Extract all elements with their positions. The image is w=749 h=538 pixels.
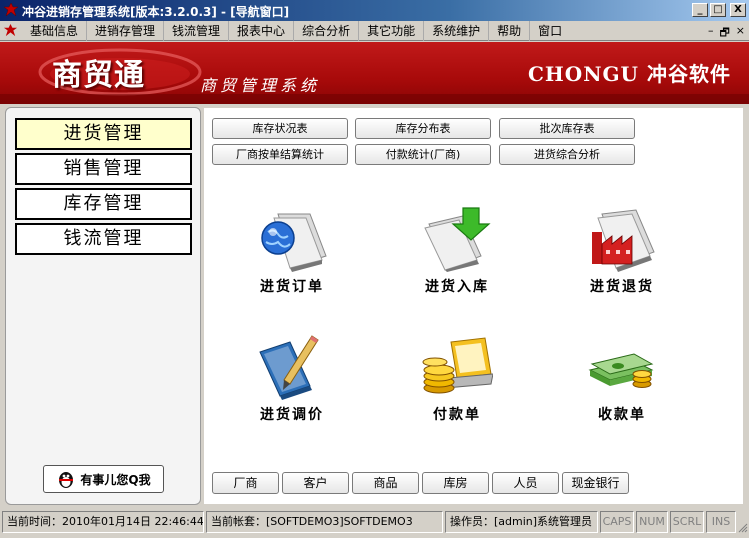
menu-reports[interactable]: 报表中心 xyxy=(228,21,293,41)
globe-document-icon xyxy=(261,213,327,272)
receipt-voucher-label: 收款单 xyxy=(598,407,646,423)
qq-penguin-icon xyxy=(59,472,74,488)
mdi-minimize-button[interactable]: – xyxy=(708,24,714,43)
banner: 商贸通 商贸管理系统 CHONGU 冲谷软件 xyxy=(0,42,749,104)
price-adjustment-tile[interactable]: 进货调价 xyxy=(237,334,347,424)
purchase-order-label: 进货订单 xyxy=(260,279,324,295)
brand-english: CHONGU xyxy=(527,62,639,86)
stock-status-report-button[interactable]: 库存状况表 xyxy=(212,118,348,139)
purchase-return-label: 进货退货 xyxy=(590,279,654,295)
money-stack-icon xyxy=(588,353,654,388)
staff-button[interactable]: 人员 xyxy=(492,472,559,494)
num-lock-indicator: NUM xyxy=(636,511,668,533)
coins-laptop-icon xyxy=(422,337,493,394)
mdi-child-icon[interactable] xyxy=(3,23,18,38)
warehouse-button[interactable]: 库房 xyxy=(422,472,489,494)
batch-stock-report-button[interactable]: 批次库存表 xyxy=(499,118,635,139)
mdi-close-button[interactable]: × xyxy=(736,24,745,43)
menu-window[interactable]: 窗口 xyxy=(529,21,570,41)
menu-other-functions[interactable]: 其它功能 xyxy=(358,21,423,41)
menu-help[interactable]: 帮助 xyxy=(488,21,529,41)
receipt-voucher-tile[interactable]: 收款单 xyxy=(567,334,677,424)
logo: 商贸通 xyxy=(52,58,145,93)
qq-button-label: 有事儿您Q我 xyxy=(80,472,151,487)
status-current-account: 当前帐套：[SOFTDEMO3]SOFTDEMO3 xyxy=(206,511,443,533)
status-current-time: 当前时间：2010年01月14日 22:46:44 xyxy=(2,511,204,533)
status-bar: 当前时间：2010年01月14日 22:46:44 当前帐套：[SOFTDEMO… xyxy=(0,508,749,538)
payment-voucher-label: 付款单 xyxy=(433,407,481,423)
brand-chinese: 冲谷软件 xyxy=(647,62,731,86)
menu-system-maintenance[interactable]: 系统维护 xyxy=(423,21,488,41)
customer-button[interactable]: 客户 xyxy=(282,472,349,494)
main-panel: 库存状况表 库存分布表 批次库存表 厂商按单结算统计 付款统计(厂商) 进货综合… xyxy=(203,107,744,505)
scroll-lock-indicator: SCRL xyxy=(670,511,704,533)
price-adjustment-label: 进货调价 xyxy=(260,407,324,423)
nav-cash-management[interactable]: 钱流管理 xyxy=(15,223,192,255)
qq-contact-button[interactable]: 有事儿您Q我 xyxy=(43,465,164,493)
nav-purchase-management[interactable]: 进货管理 xyxy=(15,118,192,150)
purchase-analysis-button[interactable]: 进货综合分析 xyxy=(499,144,635,165)
supplier-button[interactable]: 厂商 xyxy=(212,472,279,494)
window-title: 冲谷进销存管理系统[版本:3.2.0.3] - [导航窗口] xyxy=(22,5,290,19)
purchase-order-tile[interactable]: 进货订单 xyxy=(237,206,347,296)
cash-bank-button[interactable]: 现金银行 xyxy=(562,472,629,494)
stock-distribution-report-button[interactable]: 库存分布表 xyxy=(355,118,491,139)
menu-bar: 基础信息 进销存管理 钱流管理 报表中心 综合分析 其它功能 系统维护 帮助 窗… xyxy=(0,21,749,41)
app-icon[interactable] xyxy=(3,2,19,18)
left-navigation: 进货管理 销售管理 库存管理 钱流管理 有事儿您Q我 xyxy=(5,107,201,505)
menu-basic-info[interactable]: 基础信息 xyxy=(22,21,86,41)
menu-inventory-management[interactable]: 进销存管理 xyxy=(86,21,163,41)
product-button[interactable]: 商品 xyxy=(352,472,419,494)
purchase-receipt-label: 进货入库 xyxy=(425,279,489,295)
title-bar: 冲谷进销存管理系统[版本:3.2.0.3] - [导航窗口] _ □ X xyxy=(0,0,749,21)
factory-document-icon xyxy=(592,209,655,272)
maximize-button[interactable]: □ xyxy=(710,3,726,17)
insert-indicator: INS xyxy=(706,511,736,533)
payment-voucher-tile[interactable]: 付款单 xyxy=(402,334,512,424)
resize-grip-icon[interactable] xyxy=(737,522,748,533)
minimize-button[interactable]: _ xyxy=(692,3,708,17)
mdi-restore-button[interactable]: 🗗 xyxy=(719,24,729,43)
download-arrow-document-icon xyxy=(424,207,491,272)
menu-cash-flow[interactable]: 钱流管理 xyxy=(163,21,228,41)
purchase-receipt-tile[interactable]: 进货入库 xyxy=(402,206,512,296)
nav-stock-management[interactable]: 库存管理 xyxy=(15,188,192,220)
banner-subtitle: 商贸管理系统 xyxy=(200,76,321,95)
nav-sales-management[interactable]: 销售管理 xyxy=(15,153,192,185)
menu-analysis[interactable]: 综合分析 xyxy=(293,21,358,41)
caps-lock-indicator: CAPS xyxy=(600,511,634,533)
status-operator: 操作员：[admin]系统管理员 xyxy=(445,511,598,533)
pencil-book-icon xyxy=(259,335,319,400)
purchase-return-tile[interactable]: 进货退货 xyxy=(567,206,677,296)
brand-name: CHONGU 冲谷软件 xyxy=(528,58,731,87)
supplier-settlement-stats-button[interactable]: 厂商按单结算统计 xyxy=(212,144,348,165)
payment-stats-button[interactable]: 付款统计(厂商) xyxy=(355,144,491,165)
close-button[interactable]: X xyxy=(730,3,746,17)
